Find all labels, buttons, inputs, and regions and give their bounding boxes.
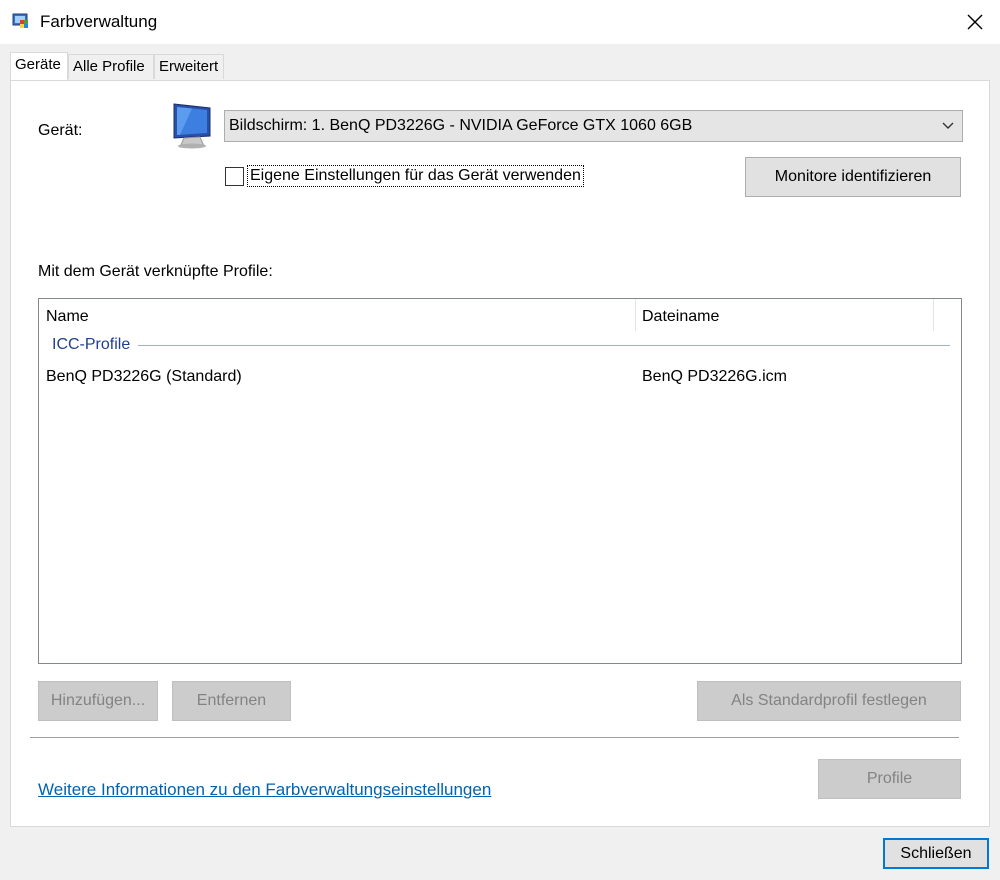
set-default-profile-button[interactable]: Als Standardprofil festlegen xyxy=(697,681,961,721)
close-dialog-button[interactable]: Schließen xyxy=(883,838,989,869)
add-profile-button[interactable]: Hinzufügen... xyxy=(38,681,158,721)
profile-row-name[interactable]: BenQ PD3226G (Standard) xyxy=(46,368,242,386)
profiles-section-label: Mit dem Gerät verknüpfte Profile: xyxy=(38,263,273,280)
group-header: ICC-Profile xyxy=(52,336,131,353)
column-header-name[interactable]: Name xyxy=(46,308,89,326)
tab-erweitert[interactable]: Erweitert xyxy=(154,54,224,79)
device-select[interactable]: Bildschirm: 1. BenQ PD3226G - NVIDIA GeF… xyxy=(224,110,963,142)
profile-row-file[interactable]: BenQ PD3226G.icm xyxy=(642,368,787,386)
device-select-value: Bildschirm: 1. BenQ PD3226G - NVIDIA GeF… xyxy=(229,117,693,134)
custom-settings-label[interactable]: Eigene Einstellungen für das Gerät verwe… xyxy=(247,165,584,187)
color-management-app-icon xyxy=(12,11,32,31)
monitor-icon xyxy=(168,100,218,150)
tab-alle-profile[interactable]: Alle Profile xyxy=(68,54,154,79)
separator xyxy=(30,737,959,738)
profiles-list[interactable] xyxy=(38,298,962,664)
column-header-filename[interactable]: Dateiname xyxy=(642,308,719,326)
device-label: Gerät: xyxy=(38,122,83,139)
chevron-down-icon xyxy=(942,111,954,152)
close-icon xyxy=(967,14,983,30)
remove-profile-button[interactable]: Entfernen xyxy=(172,681,291,721)
profile-button[interactable]: Profile xyxy=(818,759,961,799)
more-info-link[interactable]: Weitere Informationen zu den Farbverwalt… xyxy=(38,780,491,800)
custom-settings-checkbox[interactable] xyxy=(225,167,244,186)
window-title: Farbverwaltung xyxy=(40,12,158,31)
column-separator[interactable] xyxy=(933,299,934,331)
group-divider xyxy=(138,345,950,346)
tab-geraete[interactable]: Geräte xyxy=(10,52,68,80)
window-close-button[interactable] xyxy=(960,8,990,36)
identify-monitors-button[interactable]: Monitore identifizieren xyxy=(745,157,961,197)
column-separator[interactable] xyxy=(635,299,636,331)
